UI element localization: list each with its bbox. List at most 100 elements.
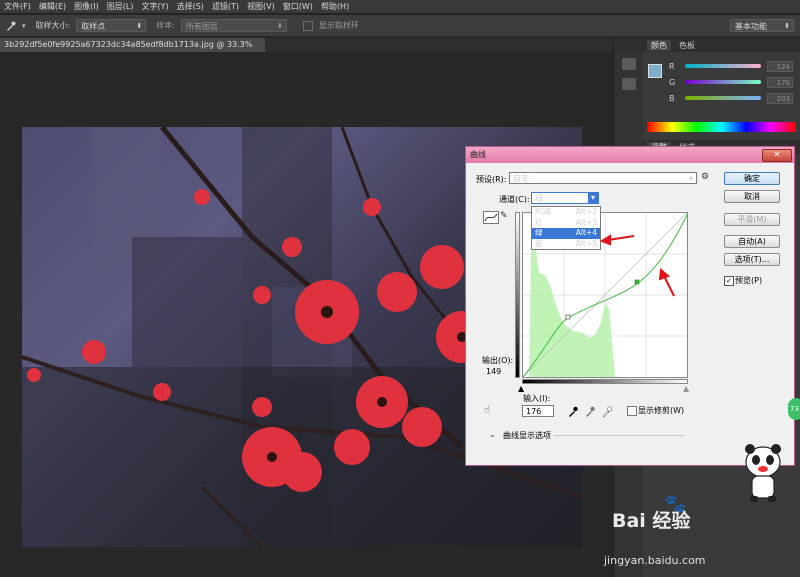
channel-option-red[interactable]: 红 Alt+3 <box>532 218 600 229</box>
input-gradient-bar <box>522 379 688 384</box>
ok-button[interactable]: 确定 <box>724 172 780 185</box>
option-shortcut: Alt+5 <box>575 238 597 248</box>
menu-edit[interactable]: 编辑(E) <box>39 1 66 12</box>
options-button[interactable]: 选项(T)... <box>724 253 780 266</box>
separator <box>554 435 684 436</box>
option-label: RGB <box>535 207 552 216</box>
dialog-close-button[interactable]: ✕ <box>762 149 792 162</box>
cancel-button[interactable]: 取消 <box>724 190 780 203</box>
show-ring-checkbox[interactable] <box>302 20 313 31</box>
target-adjust-hand-icon[interactable]: ☝ <box>484 405 490 416</box>
color-panel: R 124 G 176 B 203 <box>643 52 800 122</box>
preview-checkbox[interactable]: ✓ <box>724 276 734 286</box>
options-bar: ▾ 取样大小: 取样点 ⬍ 样本: 所有图层 ⬍ 显示取样环 基本功能 ⬍ <box>0 15 800 37</box>
green-slider[interactable] <box>685 80 761 84</box>
green-value[interactable]: 176 <box>767 76 793 88</box>
black-point-slider-icon[interactable]: ▲ <box>518 384 524 393</box>
red-slider[interactable] <box>685 64 761 68</box>
menu-bar: 文件(F) 编辑(E) 图像(I) 图层(L) 文字(Y) 选择(S) 滤镜(T… <box>0 0 800 14</box>
red-slider-row: R 124 <box>643 58 800 74</box>
watermark-brand: Bai 经验 <box>612 510 691 532</box>
red-value[interactable]: 124 <box>767 60 793 72</box>
workspace-value: 基本功能 <box>735 22 767 31</box>
preset-options-gear-icon[interactable]: ⚙ <box>701 172 709 182</box>
workspace-select[interactable]: 基本功能 ⬍ <box>730 19 794 32</box>
white-point-slider-icon[interactable]: ▲ <box>683 384 689 393</box>
channel-label: 通道(C): <box>499 195 530 204</box>
preview-label: 预览(P) <box>735 276 763 285</box>
menu-filter[interactable]: 滤镜(T) <box>212 1 239 12</box>
menu-select[interactable]: 选择(S) <box>177 1 204 12</box>
input-label: 输入(I): <box>523 394 551 403</box>
channel-select[interactable]: 绿 ▾ <box>531 192 599 204</box>
channel-option-blue[interactable]: 蓝 Alt+5 <box>532 239 600 250</box>
channel-option-green[interactable]: 绿 Alt+4 <box>532 228 600 239</box>
chevron-down-icon: ▾ <box>688 174 693 183</box>
menu-view[interactable]: 视图(V) <box>247 1 275 12</box>
arrow-left-icon <box>599 234 611 246</box>
properties-icon[interactable] <box>622 78 636 90</box>
sample-select[interactable]: 所有图层 ⬍ <box>180 19 287 32</box>
preset-value: 自定 <box>513 174 529 183</box>
option-shortcut: Alt+4 <box>575 228 597 237</box>
output-label: 输出(O): <box>482 356 514 365</box>
green-label: G <box>669 77 676 87</box>
sample-label: 样本: <box>156 21 175 30</box>
output-value[interactable]: 149 <box>486 367 501 376</box>
blue-slider[interactable] <box>685 96 761 100</box>
sample-size-label: 取样大小: <box>35 21 71 30</box>
show-clipping-label: 显示修剪(W) <box>638 406 685 415</box>
option-label: 蓝 <box>535 238 543 248</box>
option-label: 绿 <box>535 228 543 237</box>
chevron-down-icon: ⬍ <box>784 22 790 30</box>
channel-value: 绿 <box>535 194 543 203</box>
gray-eyedropper-icon[interactable] <box>586 406 595 417</box>
menu-help[interactable]: 帮助(H) <box>321 1 349 12</box>
auto-button[interactable]: 自动(A) <box>724 235 780 248</box>
menu-file[interactable]: 文件(F) <box>4 1 31 12</box>
menu-window[interactable]: 窗口(W) <box>283 1 313 12</box>
tab-color[interactable]: 颜色 <box>647 39 671 51</box>
preset-select[interactable]: 自定 ▾ <box>509 172 697 184</box>
foreground-color-swatch[interactable] <box>648 64 662 78</box>
chevron-down-icon: ⬍ <box>136 22 143 30</box>
white-eyedropper-icon[interactable] <box>602 406 612 417</box>
expand-chevron-icon[interactable]: ⌄ <box>489 430 496 439</box>
menu-layer[interactable]: 图层(L) <box>107 1 134 12</box>
color-spectrum-ramp[interactable] <box>647 122 796 132</box>
dialog-title-bar[interactable]: 曲线 ✕ <box>466 147 794 163</box>
output-gradient-bar <box>515 212 520 378</box>
option-label: 红 <box>535 217 543 227</box>
curve-point-tool-icon[interactable] <box>483 211 499 224</box>
tab-swatches[interactable]: 色板 <box>679 40 695 51</box>
dock-header <box>614 38 644 52</box>
green-slider-row: G 176 <box>643 74 800 90</box>
watermark-url: jingyan.baidu.com <box>604 554 706 567</box>
show-clipping-checkbox[interactable] <box>627 406 637 416</box>
blue-value[interactable]: 203 <box>767 92 793 104</box>
watermark: 🐾 Bai 经验 jingyan.baidu.com <box>604 494 752 567</box>
sample-value: 所有图层 <box>185 22 218 31</box>
show-ring-label: 显示取样环 <box>318 21 359 30</box>
badge: 73 <box>788 398 800 420</box>
pencil-icon[interactable]: ✎ <box>500 211 508 221</box>
smooth-button[interactable]: 平滑(M) <box>724 213 780 226</box>
preset-label: 预设(R): <box>476 175 507 184</box>
menu-image[interactable]: 图像(I) <box>74 1 99 12</box>
eyedropper-tool-icon[interactable] <box>6 21 16 31</box>
menu-type[interactable]: 文字(Y) <box>141 1 168 12</box>
sample-size-select[interactable]: 取样点 ⬍ <box>76 19 147 32</box>
chevron-down-icon: ⬍ <box>277 22 283 30</box>
tool-preset-dropdown[interactable]: ▾ <box>22 22 26 30</box>
document-tab[interactable]: 3b292df5e0fe9925a67323dc34a85edf8db1713a… <box>0 38 265 63</box>
black-eyedropper-icon[interactable] <box>569 406 578 417</box>
channel-option-rgb[interactable]: RGB Alt+2 <box>532 207 600 218</box>
close-icon: ✕ <box>773 150 781 159</box>
curve-display-options-label[interactable]: 曲线显示选项 <box>503 430 551 441</box>
input-value[interactable]: 176 <box>522 405 554 417</box>
channel-dropdown-menu: RGB Alt+2 红 Alt+3 绿 Alt+4 蓝 Alt+5 <box>531 206 601 250</box>
annotation-arrows <box>599 234 675 297</box>
chevron-down-icon: ▾ <box>588 193 598 203</box>
red-label: R <box>669 61 675 71</box>
history-icon[interactable] <box>622 58 636 70</box>
